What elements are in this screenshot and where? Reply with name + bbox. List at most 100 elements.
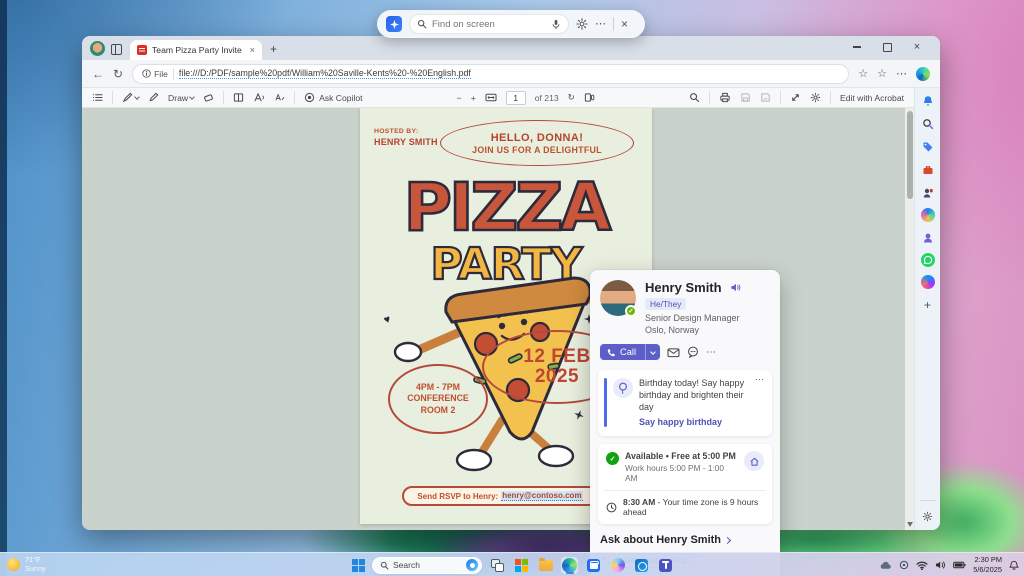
- messenger-icon[interactable]: [921, 275, 935, 289]
- start-button[interactable]: [352, 559, 365, 572]
- pdf-scrollbar[interactable]: [905, 108, 914, 530]
- add-sidebar-app-icon[interactable]: +: [920, 297, 935, 312]
- workspaces-icon[interactable]: [111, 44, 122, 55]
- edit-with-acrobat-button[interactable]: Edit with Acrobat: [840, 93, 904, 103]
- battery-icon[interactable]: [953, 561, 966, 569]
- games-icon[interactable]: [920, 230, 935, 245]
- fit-to-width-icon[interactable]: [485, 92, 497, 103]
- task-view-button[interactable]: [489, 557, 506, 574]
- gear-icon[interactable]: [576, 18, 588, 30]
- url-text[interactable]: file:///D:/PDF/sample%20pdf/William%20Sa…: [179, 68, 471, 79]
- refresh-button[interactable]: ↻: [113, 67, 123, 81]
- save-icon: [740, 92, 751, 103]
- scrollbar-thumb[interactable]: [907, 111, 913, 199]
- more-actions-icon[interactable]: ⋯: [706, 347, 716, 358]
- pronounce-name-speaker-icon[interactable]: [730, 282, 741, 293]
- scrollbar-down-arrow[interactable]: [907, 522, 913, 527]
- draw-tool[interactable]: Draw: [168, 93, 194, 103]
- taskbar-search-box[interactable]: Search: [372, 557, 482, 574]
- close-window-button[interactable]: ×: [902, 36, 932, 58]
- tools-icon[interactable]: [920, 162, 935, 177]
- favorites-gear-icon[interactable]: ☆: [858, 67, 868, 80]
- zoom-in-icon[interactable]: +: [471, 93, 476, 103]
- sidebar-settings-gear-icon[interactable]: [920, 509, 935, 524]
- favorites-star-icon[interactable]: ☆: [877, 67, 887, 80]
- chat-icon[interactable]: [687, 346, 699, 358]
- outlook-app[interactable]: [633, 557, 650, 574]
- call-options-chevron[interactable]: [645, 344, 660, 360]
- email-icon[interactable]: [667, 347, 680, 358]
- sidebar-search-icon[interactable]: [920, 116, 935, 131]
- browser-menu-icon[interactable]: ⋯: [896, 67, 907, 80]
- pdf-settings-gear-icon[interactable]: [810, 92, 821, 103]
- browser-essentials-icon[interactable]: [921, 208, 935, 222]
- back-button[interactable]: ←: [92, 67, 104, 81]
- date-line1: 12 FEB: [523, 347, 590, 367]
- zoom-out-icon[interactable]: −: [457, 93, 462, 103]
- people-icon[interactable]: [920, 185, 935, 200]
- chevron-down-icon: [134, 94, 140, 100]
- chevron-right-icon[interactable]: [724, 537, 731, 544]
- weather-widget[interactable]: 71°F Sunny: [7, 555, 46, 573]
- contact-avatar[interactable]: ✓: [600, 280, 636, 316]
- page-total-label: of 213: [535, 93, 559, 103]
- when-line1: 4PM - 7PM: [416, 382, 460, 393]
- copilot-icon[interactable]: [916, 67, 930, 81]
- clock-widget[interactable]: 2:30 PM 5/6/2025: [973, 555, 1002, 574]
- balloon-icon: [613, 378, 633, 398]
- fullscreen-icon[interactable]: [790, 92, 801, 103]
- microsoft-store-app[interactable]: [585, 557, 602, 574]
- copilot-app[interactable]: [609, 557, 626, 574]
- contact-header: ✓ Henry Smith He/They Senior Design Mana…: [590, 280, 780, 336]
- maximize-button[interactable]: [872, 36, 902, 58]
- address-bar[interactable]: File file:///D:/PDF/sample%20pdf/William…: [132, 64, 849, 84]
- search-document-icon[interactable]: [689, 92, 700, 103]
- microsoft-365-app[interactable]: [513, 557, 530, 574]
- edge-sidebar: +: [914, 88, 940, 530]
- browser-profile-avatar[interactable]: [90, 41, 105, 56]
- ask-copilot-button[interactable]: Ask Copilot: [304, 92, 362, 103]
- mic-icon[interactable]: [551, 19, 561, 30]
- tab-team-pizza-party[interactable]: Team Pizza Party Invite ×: [130, 40, 262, 60]
- call-button[interactable]: Call: [600, 344, 660, 360]
- new-tab-button[interactable]: +: [270, 42, 277, 56]
- onedrive-cloud-icon[interactable]: [879, 560, 892, 570]
- eraser-icon[interactable]: [203, 92, 214, 103]
- print-icon[interactable]: [719, 92, 731, 103]
- tab-title: Team Pizza Party Invite: [152, 45, 245, 55]
- tab-strip: Team Pizza Party Invite × + ×: [82, 36, 940, 60]
- page-thumbnails-icon[interactable]: [584, 92, 595, 103]
- volume-icon[interactable]: [935, 560, 946, 570]
- close-icon[interactable]: ×: [621, 18, 628, 30]
- pen-icon[interactable]: [148, 92, 159, 103]
- page-number-input[interactable]: 1: [506, 91, 526, 105]
- teams-app[interactable]: [657, 557, 674, 574]
- work-from-home-icon[interactable]: [744, 451, 764, 471]
- divider: [709, 91, 710, 104]
- shopping-tag-icon[interactable]: [920, 139, 935, 154]
- read-aloud-icon[interactable]: [253, 92, 265, 103]
- find-search-field[interactable]: [409, 14, 569, 34]
- tab-close-icon[interactable]: ×: [250, 45, 255, 55]
- availability-section: ✓ Available • Free at 5:00 PM Work hours…: [598, 444, 772, 524]
- edge-app[interactable]: [561, 557, 578, 574]
- wifi-icon[interactable]: [916, 561, 928, 570]
- find-search-input[interactable]: [432, 19, 546, 30]
- edge-browser-window: Team Pizza Party Invite × + × ← ↻ File f…: [82, 36, 940, 530]
- rotate-icon[interactable]: ↻: [568, 92, 575, 103]
- file-scheme-badge[interactable]: File: [142, 69, 168, 79]
- say-happy-birthday-link[interactable]: Say happy birthday: [639, 417, 764, 427]
- highlighter-icon[interactable]: [122, 92, 139, 103]
- minimize-button[interactable]: [842, 36, 872, 58]
- security-icon[interactable]: [899, 560, 909, 570]
- text-selection-icon[interactable]: [274, 92, 285, 103]
- notification-bell-icon[interactable]: [1009, 560, 1019, 571]
- birthday-more-icon[interactable]: ⋯: [755, 374, 764, 385]
- whatsapp-icon[interactable]: [921, 253, 935, 267]
- file-explorer-app[interactable]: [537, 557, 554, 574]
- table-of-contents-icon[interactable]: [92, 92, 103, 103]
- rsvp-email-link[interactable]: henry@contoso.com: [501, 491, 582, 501]
- page-view-icon[interactable]: [233, 92, 244, 103]
- more-options-icon[interactable]: ⋯: [595, 19, 606, 30]
- notifications-bell-icon[interactable]: [920, 93, 935, 108]
